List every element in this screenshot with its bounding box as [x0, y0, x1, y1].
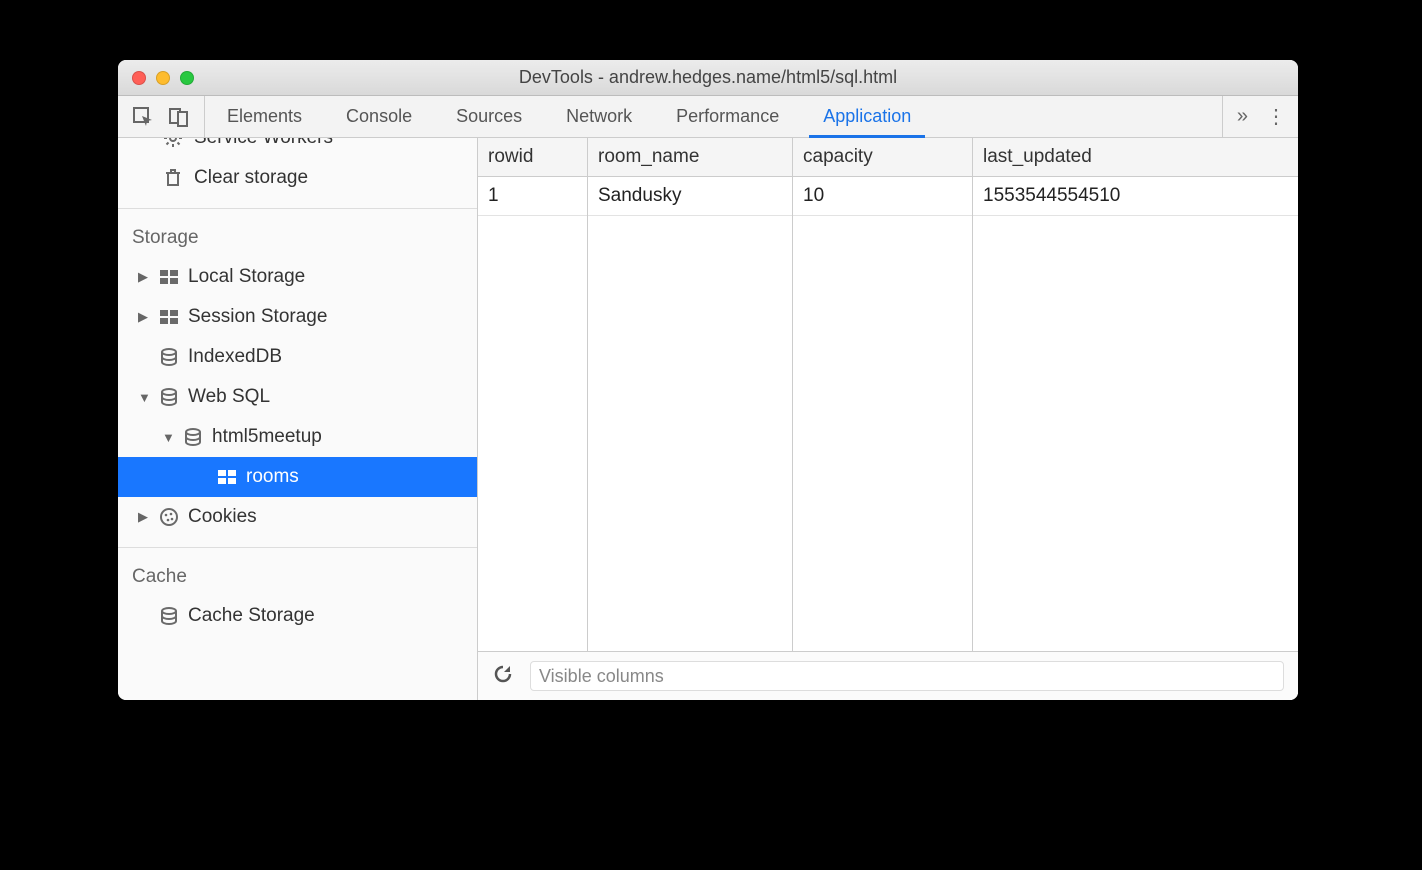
tree-label: html5meetup [212, 426, 322, 448]
tab-console[interactable]: Console [324, 96, 434, 137]
toolbar-right: » ⋮ [1222, 96, 1298, 137]
tree-label: IndexedDB [188, 346, 282, 368]
refresh-icon[interactable] [492, 663, 514, 690]
visible-columns-input[interactable] [530, 661, 1284, 691]
fullscreen-icon[interactable] [180, 71, 194, 85]
tree-label: Cache Storage [188, 605, 315, 627]
column-rowid: rowid1 [478, 138, 588, 651]
panel-tabs: ElementsConsoleSourcesNetworkPerformance… [205, 96, 1222, 137]
database-icon [158, 388, 180, 406]
kebab-menu-icon[interactable]: ⋮ [1266, 104, 1284, 129]
sidebar-item-service-workers[interactable]: Service Workers [118, 138, 477, 158]
grid-icon [158, 310, 180, 324]
tree-local-storage[interactable]: ▶ Local Storage [118, 257, 477, 297]
cookie-icon [158, 508, 180, 526]
device-toggle-icon[interactable] [168, 106, 190, 128]
cell[interactable]: 1 [478, 177, 587, 216]
column-header[interactable]: last_updated [973, 138, 1298, 177]
sidebar-item-label: Service Workers [194, 138, 333, 149]
window-title: DevTools - andrew.hedges.name/html5/sql.… [118, 67, 1298, 88]
inspect-icon[interactable] [132, 106, 154, 128]
column-header[interactable]: rowid [478, 138, 587, 177]
column-room_name: room_nameSandusky [588, 138, 793, 651]
bottombar [478, 652, 1298, 700]
gear-icon [162, 138, 184, 148]
data-grid: rowid1room_nameSanduskycapacity10last_up… [478, 138, 1298, 652]
tree-session-storage[interactable]: ▶ Session Storage [118, 297, 477, 337]
chevron-right-icon: ▶ [138, 509, 150, 525]
tree-label: Session Storage [188, 306, 327, 328]
tree-websql[interactable]: ▼ Web SQL [118, 377, 477, 417]
chevron-right-icon: ▶ [138, 269, 150, 285]
tab-elements[interactable]: Elements [205, 96, 324, 137]
database-icon [158, 348, 180, 366]
devtools-window: DevTools - andrew.hedges.name/html5/sql.… [118, 60, 1298, 700]
chevron-down-icon: ▼ [162, 430, 174, 445]
column-capacity: capacity10 [793, 138, 973, 651]
toolbar-left [118, 96, 205, 137]
cell[interactable]: 10 [793, 177, 972, 216]
trash-icon [162, 168, 184, 188]
cell[interactable]: 1553544554510 [973, 177, 1298, 216]
main: rowid1room_nameSanduskycapacity10last_up… [478, 138, 1298, 700]
column-header[interactable]: capacity [793, 138, 972, 177]
sidebar-item-label: Clear storage [194, 167, 308, 189]
body: Service Workers Clear storage Storage ▶ … [118, 138, 1298, 700]
tab-network[interactable]: Network [544, 96, 654, 137]
column-header[interactable]: room_name [588, 138, 792, 177]
section-title-cache: Cache [118, 548, 477, 596]
titlebar: DevTools - andrew.hedges.name/html5/sql.… [118, 60, 1298, 96]
tree-database-html5meetup[interactable]: ▼ html5meetup [118, 417, 477, 457]
tree-label: Local Storage [188, 266, 305, 288]
grid-icon [216, 470, 238, 484]
sidebar: Service Workers Clear storage Storage ▶ … [118, 138, 478, 700]
sidebar-item-clear-storage[interactable]: Clear storage [118, 158, 477, 198]
column-last_updated: last_updated1553544554510 [973, 138, 1298, 651]
window-controls [118, 71, 194, 85]
section-title-storage: Storage [118, 209, 477, 257]
tree-label: rooms [246, 466, 299, 488]
chevron-right-icon: ▶ [138, 309, 150, 325]
minimize-icon[interactable] [156, 71, 170, 85]
cell[interactable]: Sandusky [588, 177, 792, 216]
chevron-down-icon: ▼ [138, 390, 150, 405]
database-icon [158, 607, 180, 625]
tab-performance[interactable]: Performance [654, 96, 801, 137]
toolbar: ElementsConsoleSourcesNetworkPerformance… [118, 96, 1298, 138]
tree-label: Web SQL [188, 386, 270, 408]
database-icon [182, 428, 204, 446]
tree-table-rooms[interactable]: rooms [118, 457, 477, 497]
tab-sources[interactable]: Sources [434, 96, 544, 137]
tab-application[interactable]: Application [801, 96, 933, 137]
tree-indexeddb[interactable]: IndexedDB [118, 337, 477, 377]
close-icon[interactable] [132, 71, 146, 85]
tree-label: Cookies [188, 506, 257, 528]
more-tabs-icon[interactable]: » [1237, 105, 1248, 128]
tree-cookies[interactable]: ▶ Cookies [118, 497, 477, 537]
tree-cache-storage[interactable]: Cache Storage [118, 596, 477, 636]
grid-icon [158, 270, 180, 284]
